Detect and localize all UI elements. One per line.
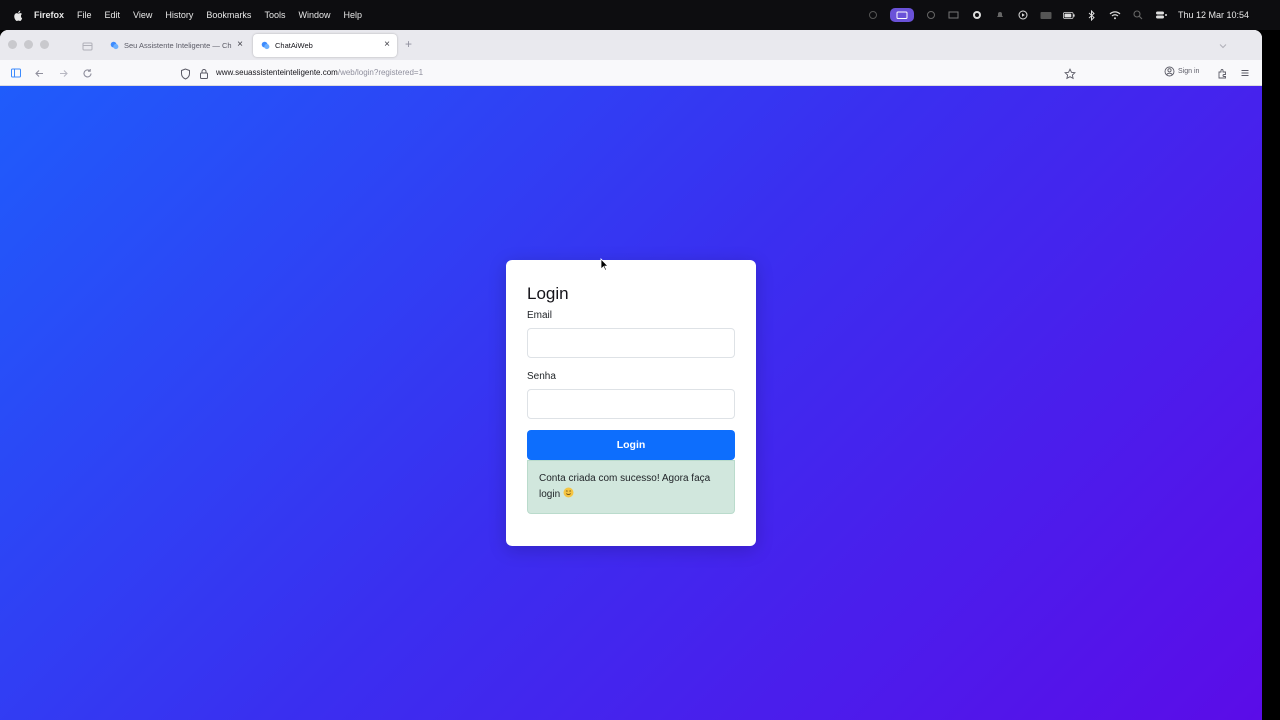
bluetooth-icon[interactable]	[1086, 9, 1098, 21]
mouse-cursor-icon	[600, 258, 609, 271]
zoom-window-button[interactable]	[40, 40, 49, 49]
close-window-button[interactable]	[8, 40, 17, 49]
navigation-toolbar: www.seuassistenteinteligente.com/web/log…	[0, 60, 1262, 86]
url-text[interactable]: www.seuassistenteinteligente.com/web/log…	[216, 68, 423, 77]
tracking-protection-shield-icon[interactable]	[180, 67, 191, 80]
night-shift-icon[interactable]	[867, 9, 879, 21]
close-tab-icon[interactable]: ×	[237, 40, 243, 50]
login-card: Login Email Senha Login Conta criada com…	[506, 260, 756, 546]
tab-seu-assistente[interactable]: Seu Assistente Inteligente — Ch ×	[102, 34, 250, 57]
tab-overview-icon[interactable]	[82, 39, 93, 51]
menu-bookmarks[interactable]: Bookmarks	[206, 10, 251, 20]
address-bar[interactable]: www.seuassistenteinteligente.com/web/log…	[172, 63, 1084, 83]
email-label: Email	[527, 310, 553, 321]
menu-file[interactable]: File	[77, 10, 92, 20]
extension-icon[interactable]	[925, 9, 937, 21]
hamburger-menu-icon[interactable]	[1238, 66, 1252, 80]
menu-history[interactable]: History	[165, 10, 193, 20]
login-title: Login	[527, 284, 569, 303]
spotlight-icon[interactable]	[1132, 9, 1144, 21]
page-background: Login Email Senha Login Conta criada com…	[0, 86, 1262, 720]
control-center-icon[interactable]	[1155, 9, 1167, 21]
tab-chataiweb[interactable]: ChatAiWeb ×	[253, 34, 397, 57]
sign-in-label: Sign in	[1178, 68, 1200, 75]
menu-view[interactable]: View	[133, 10, 152, 20]
minimize-window-button[interactable]	[24, 40, 33, 49]
menu-window[interactable]: Window	[298, 10, 330, 20]
battery-icon[interactable]	[1062, 9, 1075, 21]
menu-edit[interactable]: Edit	[105, 10, 121, 20]
password-field[interactable]	[527, 389, 735, 419]
tab-title: ChatAiWeb	[275, 41, 313, 50]
url-path: /web/login?registered=1	[337, 68, 424, 77]
url-host: www.seuassistenteinteligente.com	[216, 68, 338, 77]
reload-icon[interactable]	[80, 66, 94, 80]
chat-bubbles-icon	[110, 41, 119, 50]
screenshot-icon[interactable]	[948, 9, 960, 21]
login-button[interactable]: Login	[527, 430, 735, 460]
menu-tools[interactable]: Tools	[264, 10, 285, 20]
close-tab-icon[interactable]: ×	[384, 40, 390, 50]
window-controls	[8, 40, 49, 49]
chevron-down-icon[interactable]	[1218, 38, 1228, 49]
sidebar-icon[interactable]	[9, 66, 23, 80]
wifi-icon[interactable]	[1109, 9, 1121, 21]
extensions-puzzle-icon[interactable]	[1215, 66, 1229, 80]
notification-icon[interactable]	[994, 9, 1006, 21]
tab-bar: Seu Assistente Inteligente — Ch × ChatAi…	[0, 30, 1262, 60]
macos-menubar: Firefox File Edit View History Bookmarks…	[0, 0, 1280, 30]
bookmark-star-icon[interactable]	[1064, 67, 1076, 80]
new-tab-icon[interactable]: +	[405, 37, 412, 51]
menubar-clock[interactable]: Thu 12 Mar 10:54	[1178, 10, 1249, 20]
success-alert: Conta criada com sucesso! Agora faça log…	[527, 460, 735, 514]
back-arrow-icon[interactable]	[32, 66, 46, 80]
sign-in-button[interactable]: Sign in	[1164, 66, 1199, 77]
tab-title: Seu Assistente Inteligente — Ch	[124, 41, 232, 50]
menu-help[interactable]: Help	[343, 10, 362, 20]
menu-app-name[interactable]: Firefox	[34, 10, 64, 20]
forward-arrow-icon[interactable]	[56, 66, 70, 80]
account-icon	[1164, 66, 1175, 77]
email-field[interactable]	[527, 328, 735, 358]
apple-logo-icon[interactable]	[12, 10, 24, 21]
media-icon[interactable]	[1017, 9, 1029, 21]
smiling-face-icon	[563, 487, 574, 498]
keyboard-icon[interactable]	[1040, 9, 1052, 21]
status-tray: Thu 12 Mar 10:54	[867, 0, 1249, 30]
browser-window: Seu Assistente Inteligente — Ch × ChatAi…	[0, 30, 1262, 720]
screen-recording-icon[interactable]	[889, 8, 914, 22]
chat-bubbles-icon	[261, 41, 270, 50]
lock-icon[interactable]	[199, 67, 209, 79]
chatgpt-icon[interactable]	[971, 9, 983, 21]
password-label: Senha	[527, 371, 556, 382]
